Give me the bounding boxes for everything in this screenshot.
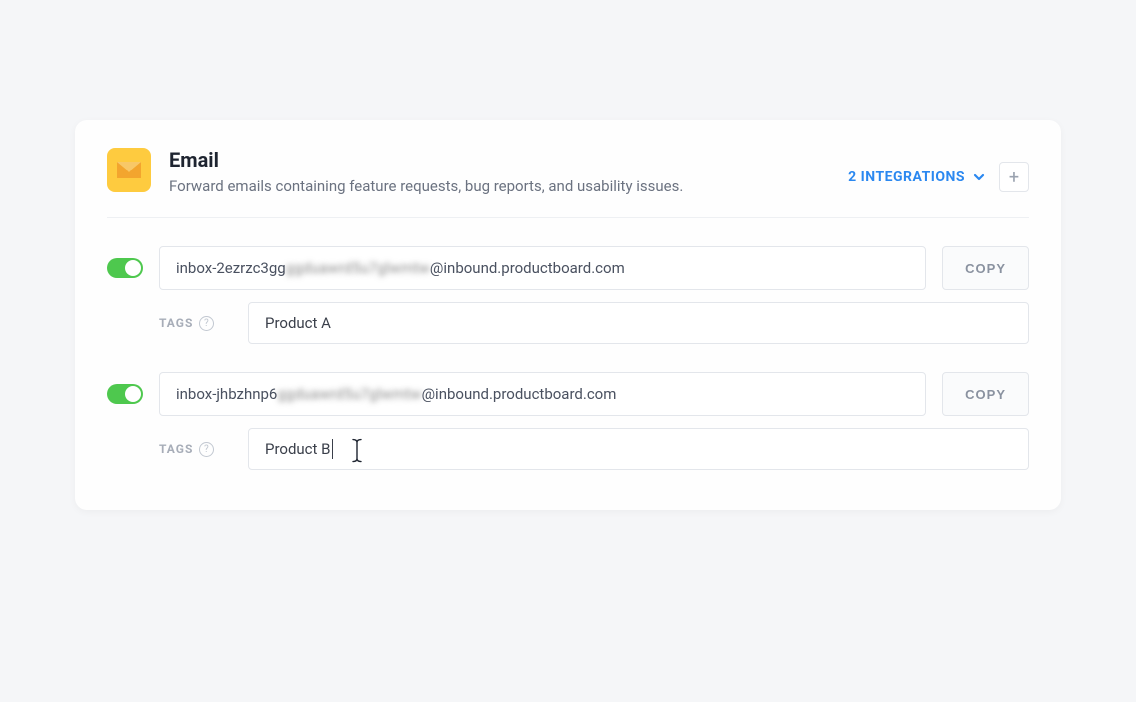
plus-icon: + [1009, 167, 1019, 188]
mail-icon [107, 148, 151, 192]
tags-input[interactable]: Product A [248, 302, 1029, 344]
add-integration-button[interactable]: + [999, 162, 1029, 192]
email-integration-card: Email Forward emails containing feature … [75, 120, 1061, 510]
help-icon[interactable]: ? [199, 442, 214, 457]
integration-row: inbox-2ezrzc3ggggduawrd5u7glwmtw@inbound… [107, 246, 1029, 344]
tags-row: TAGS ? Product A [159, 302, 1029, 344]
email-row: inbox-jhbzhnp6ggduawrd5u7glwmtw@inbound.… [107, 372, 1029, 416]
card-header: Email Forward emails containing feature … [107, 148, 1029, 218]
email-address-field[interactable]: inbox-2ezrzc3ggggduawrd5u7glwmtw@inbound… [159, 246, 926, 290]
header-text-block: Email Forward emails containing feature … [169, 148, 830, 197]
enable-toggle[interactable] [107, 258, 143, 278]
card-title: Email [169, 148, 830, 172]
copy-button[interactable]: COPY [942, 246, 1029, 290]
email-obscured: ggduawrd5u7glwmtw [286, 259, 430, 277]
text-cursor-icon [349, 438, 365, 464]
email-row: inbox-2ezrzc3ggggduawrd5u7glwmtw@inbound… [107, 246, 1029, 290]
tags-label: TAGS ? [159, 316, 234, 331]
chevron-down-icon [973, 171, 985, 183]
email-address-field[interactable]: inbox-jhbzhnp6ggduawrd5u7glwmtw@inbound.… [159, 372, 926, 416]
header-actions: 2 INTEGRATIONS + [848, 162, 1029, 192]
email-obscured: ggduawrd5u7glwmtw [277, 385, 421, 403]
enable-toggle[interactable] [107, 384, 143, 404]
tags-label: TAGS ? [159, 442, 234, 457]
help-icon[interactable]: ? [199, 316, 214, 331]
tags-value: Product A [265, 314, 331, 332]
text-caret [332, 439, 333, 459]
tags-input[interactable]: Product B [248, 428, 1029, 470]
email-suffix: @inbound.productboard.com [422, 385, 617, 403]
integrations-dropdown[interactable]: 2 INTEGRATIONS [848, 169, 985, 185]
email-prefix: inbox-2ezrzc3gg [176, 259, 286, 277]
email-prefix: inbox-jhbzhnp6 [176, 385, 277, 403]
copy-button[interactable]: COPY [942, 372, 1029, 416]
integrations-count-label: 2 INTEGRATIONS [848, 169, 965, 185]
tags-row: TAGS ? Product B [159, 428, 1029, 470]
email-suffix: @inbound.productboard.com [430, 259, 625, 277]
integration-row: inbox-jhbzhnp6ggduawrd5u7glwmtw@inbound.… [107, 372, 1029, 470]
card-subtitle: Forward emails containing feature reques… [169, 176, 830, 197]
tags-value: Product B [265, 440, 331, 458]
